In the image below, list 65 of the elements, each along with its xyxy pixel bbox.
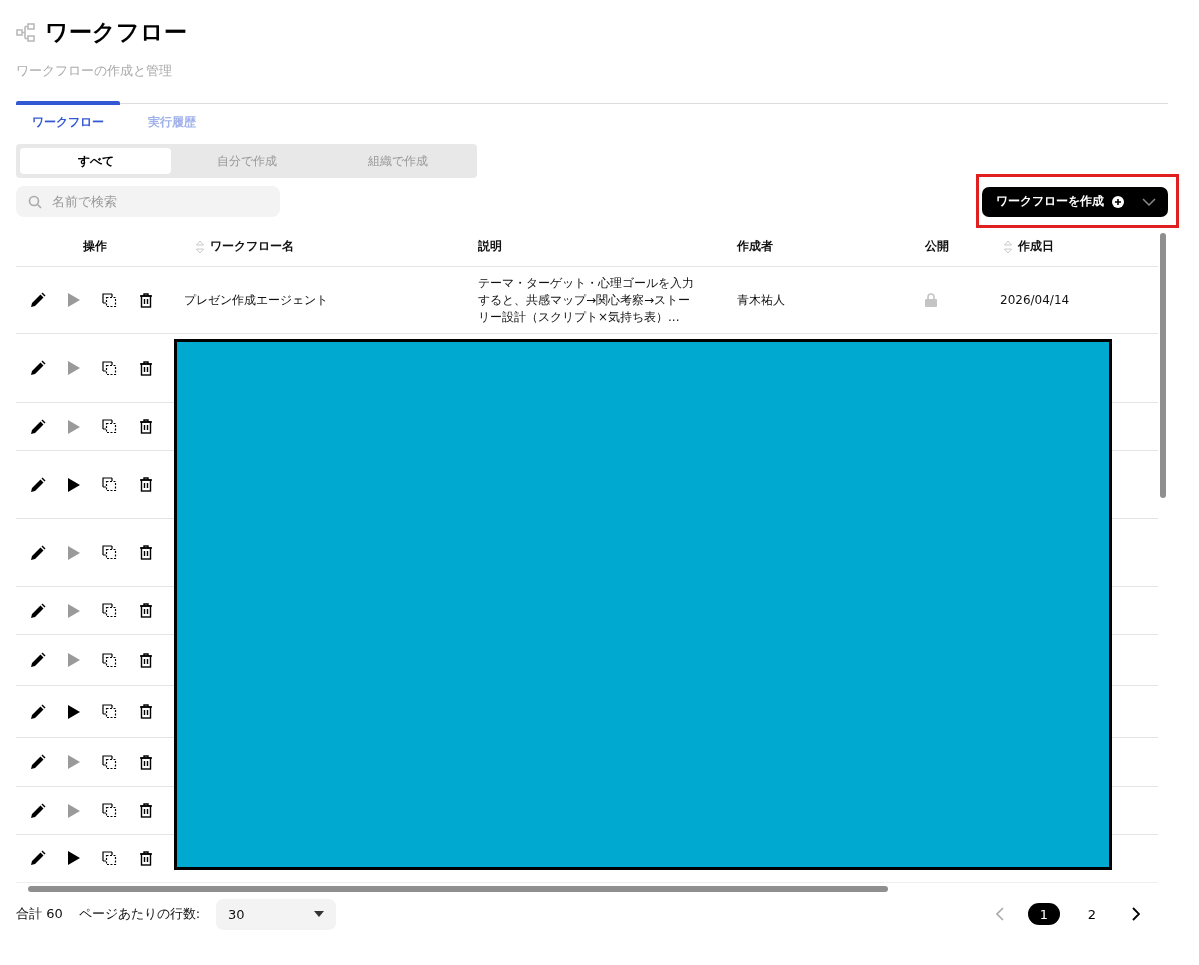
column-header: 説明 [478, 238, 502, 255]
trash-icon[interactable] [139, 292, 153, 308]
copy-icon[interactable] [102, 419, 117, 434]
filter-option[interactable]: すべて [20, 148, 171, 174]
trash-icon[interactable] [139, 477, 153, 492]
edit-icon[interactable] [30, 602, 46, 619]
trash-icon[interactable] [139, 803, 153, 818]
caret-icon [314, 911, 325, 917]
next-page-icon[interactable] [1132, 907, 1140, 921]
edit-icon[interactable] [30, 418, 46, 435]
trash-icon[interactable] [139, 850, 153, 866]
search-icon [28, 195, 42, 209]
play-icon[interactable] [68, 704, 80, 719]
trash-icon[interactable] [139, 419, 153, 434]
edit-icon[interactable] [30, 360, 46, 376]
trash-icon[interactable] [139, 754, 153, 770]
edit-icon[interactable] [30, 476, 46, 493]
trash-icon[interactable] [139, 603, 153, 618]
edit-icon[interactable] [30, 652, 46, 668]
table-cell: 2026/04/14 [1000, 291, 1070, 309]
copy-icon[interactable] [102, 704, 117, 719]
trash-icon[interactable] [139, 545, 153, 560]
trash-icon[interactable] [139, 704, 153, 719]
trash-icon[interactable] [139, 652, 153, 668]
column-header: 操作 [83, 238, 107, 255]
column-header: 公開 [925, 238, 949, 255]
rows-per-page-label: ページあたりの行数: [78, 905, 201, 923]
edit-icon[interactable] [30, 802, 46, 819]
play-icon[interactable] [68, 477, 80, 492]
search-field[interactable]: 名前で検索 [16, 186, 280, 217]
column-header: 作成者 [737, 238, 773, 255]
workflow-icon [16, 22, 35, 42]
copy-icon[interactable] [102, 292, 117, 308]
rows-per-page-select[interactable]: 30 [216, 898, 337, 930]
page-subtitle: ワークフローの作成と管理 [16, 62, 173, 80]
copy-icon[interactable] [102, 803, 117, 818]
edit-icon[interactable] [30, 850, 46, 866]
page-button[interactable]: 1 [1028, 903, 1060, 925]
tab[interactable]: ワークフロー [16, 101, 120, 140]
horizontal-scrollbar[interactable] [16, 882, 1158, 895]
plus-icon [1112, 195, 1124, 208]
copy-icon[interactable] [102, 603, 117, 618]
scrollbar-thumb[interactable] [28, 886, 888, 892]
scrollbar-thumb[interactable] [1160, 233, 1166, 498]
column-header: ワークフロー名 [210, 238, 294, 255]
copy-icon[interactable] [102, 477, 117, 492]
table-cell: プレゼン作成エージェント [184, 291, 328, 309]
table-cell: 青木祐人 [737, 291, 785, 309]
edit-icon[interactable] [30, 703, 46, 720]
page-button[interactable]: 2 [1076, 903, 1108, 925]
copy-icon[interactable] [102, 545, 117, 560]
copy-icon[interactable] [102, 652, 117, 668]
copy-icon[interactable] [102, 850, 117, 866]
copy-icon[interactable] [102, 754, 117, 770]
play-icon[interactable] [68, 851, 80, 865]
column-header: 作成日 [1018, 238, 1054, 255]
chevron-down-icon [1142, 197, 1156, 206]
edit-icon[interactable] [30, 544, 46, 561]
trash-icon[interactable] [139, 360, 153, 376]
page-title: ワークフロー [45, 18, 187, 47]
copy-icon[interactable] [102, 360, 117, 376]
edit-icon[interactable] [30, 754, 46, 770]
table-cell-text: テーマ・ターゲット・心理ゴールを入力すると、共感マップ→関心考察→ストーリー設計（スクリプト×気持ち表）... [478, 274, 695, 326]
total-count: 合計 60 [16, 905, 63, 923]
edit-icon[interactable] [30, 292, 46, 308]
